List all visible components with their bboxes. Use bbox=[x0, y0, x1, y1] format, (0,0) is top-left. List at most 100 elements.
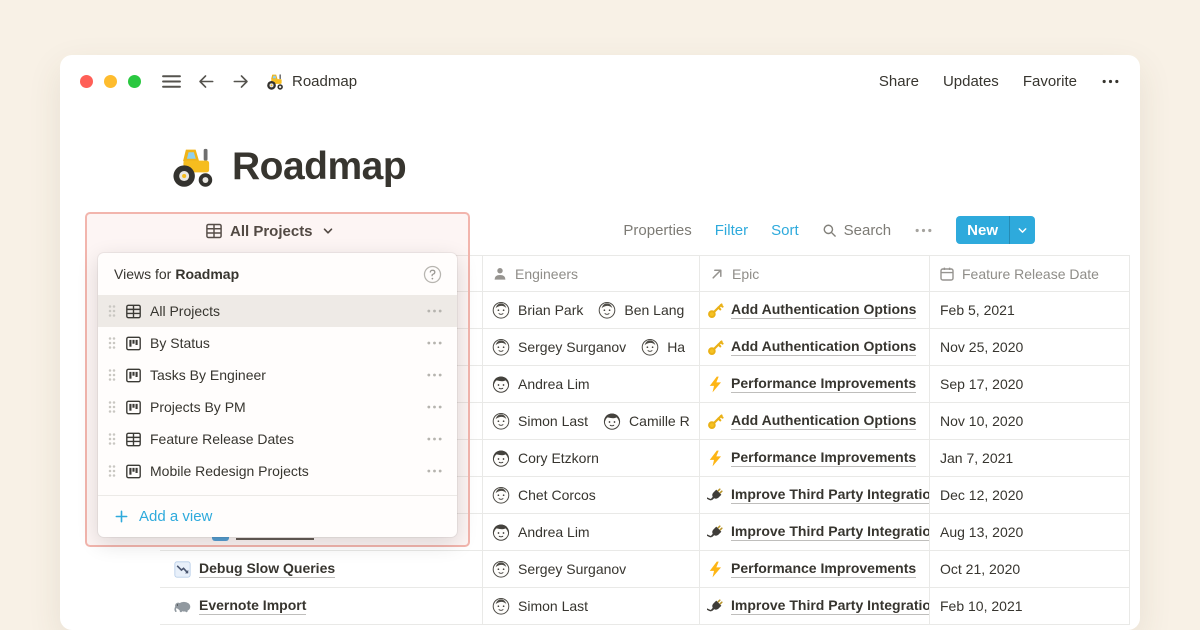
epic-link[interactable]: Performance Improvements bbox=[731, 449, 916, 467]
drag-handle-icon[interactable] bbox=[107, 431, 117, 447]
cell-epic[interactable]: Add Authentication Options bbox=[700, 329, 930, 365]
cell-engineers[interactable]: Simon Last bbox=[483, 588, 700, 624]
view-item-by-status[interactable]: By Status bbox=[98, 327, 457, 359]
drag-handle-icon[interactable] bbox=[107, 335, 117, 351]
cell-engineers[interactable]: Simon Last Camille R bbox=[483, 403, 700, 439]
new-button[interactable]: New bbox=[956, 216, 1009, 244]
tractor-icon[interactable] bbox=[168, 143, 215, 190]
favorite-button[interactable]: Favorite bbox=[1023, 73, 1077, 90]
properties-button[interactable]: Properties bbox=[623, 222, 691, 239]
sidebar-menu-icon[interactable] bbox=[161, 73, 182, 90]
view-item-more-icon[interactable] bbox=[426, 404, 443, 410]
drag-handle-icon[interactable] bbox=[107, 399, 117, 415]
view-item-mobile-redesign-projects[interactable]: Mobile Redesign Projects bbox=[98, 455, 457, 487]
engineer-chip[interactable]: Sergey Surganov bbox=[491, 559, 626, 579]
cell-engineers[interactable]: Brian Park Ben Lang bbox=[483, 292, 700, 328]
cell-epic[interactable]: Performance Improvements bbox=[700, 440, 930, 476]
engineer-chip[interactable]: Andrea Lim bbox=[491, 374, 590, 394]
cell-release-date[interactable]: Jan 7, 2021 bbox=[930, 440, 1130, 476]
cell-engineers[interactable]: Sergey Surganov Ha bbox=[483, 329, 700, 365]
cell-release-date[interactable]: Feb 10, 2021 bbox=[930, 588, 1130, 624]
column-header-epic[interactable]: Epic bbox=[700, 256, 930, 291]
share-button[interactable]: Share bbox=[879, 73, 919, 90]
epic-link[interactable]: Performance Improvements bbox=[731, 375, 916, 393]
cell-epic[interactable]: Add Authentication Options bbox=[700, 292, 930, 328]
cell-epic[interactable]: Performance Improvements bbox=[700, 366, 930, 402]
board-view-icon bbox=[125, 463, 142, 480]
drag-handle-icon[interactable] bbox=[107, 367, 117, 383]
epic-link[interactable]: Add Authentication Options bbox=[731, 301, 916, 319]
cell-release-date[interactable]: Nov 25, 2020 bbox=[930, 329, 1130, 365]
cell-release-date[interactable]: Sep 17, 2020 bbox=[930, 366, 1130, 402]
epic-link[interactable]: Add Authentication Options bbox=[731, 412, 916, 430]
breadcrumb[interactable]: Roadmap bbox=[265, 72, 357, 91]
view-item-projects-by-pm[interactable]: Projects By PM bbox=[98, 391, 457, 423]
close-window-button[interactable] bbox=[80, 75, 93, 88]
add-view-button[interactable]: Add a view bbox=[98, 496, 457, 537]
engineer-chip[interactable]: Simon Last bbox=[491, 596, 588, 616]
drag-handle-icon[interactable] bbox=[107, 463, 117, 479]
help-icon[interactable] bbox=[423, 265, 442, 284]
minimize-window-button[interactable] bbox=[104, 75, 117, 88]
engineer-chip[interactable]: Camille R bbox=[602, 411, 690, 431]
engineer-chip[interactable]: Ben Lang bbox=[597, 300, 684, 320]
more-options-icon[interactable] bbox=[1101, 78, 1120, 85]
sort-button[interactable]: Sort bbox=[771, 222, 799, 239]
back-arrow-icon[interactable] bbox=[197, 72, 216, 91]
engineer-chip[interactable]: Andrea Lim bbox=[491, 522, 590, 542]
view-item-tasks-by-engineer[interactable]: Tasks By Engineer bbox=[98, 359, 457, 391]
cell-release-date[interactable]: Nov 10, 2020 bbox=[930, 403, 1130, 439]
epic-link[interactable]: Improve Third Party Integrations bbox=[731, 523, 930, 541]
key-icon bbox=[707, 339, 724, 356]
view-more-options-icon[interactable] bbox=[914, 227, 933, 234]
epic-link[interactable]: Improve Third Party Integrations bbox=[731, 597, 930, 615]
view-item-all-projects[interactable]: All Projects bbox=[98, 295, 457, 327]
plug-icon bbox=[707, 487, 724, 504]
view-item-feature-release-dates[interactable]: Feature Release Dates bbox=[98, 423, 457, 455]
engineer-chip[interactable]: Brian Park bbox=[491, 300, 583, 320]
cell-engineers[interactable]: Andrea Lim bbox=[483, 514, 700, 550]
drag-handle-icon[interactable] bbox=[107, 303, 117, 319]
cell-epic[interactable]: Performance Improvements bbox=[700, 551, 930, 587]
cell-release-date[interactable]: Dec 12, 2020 bbox=[930, 477, 1130, 513]
cell-engineers[interactable]: Andrea Lim bbox=[483, 366, 700, 402]
engineer-chip[interactable]: Chet Corcos bbox=[491, 485, 596, 505]
filter-button[interactable]: Filter bbox=[715, 222, 748, 239]
column-header-date[interactable]: Feature Release Date bbox=[930, 256, 1130, 291]
new-button-caret[interactable] bbox=[1010, 216, 1035, 244]
cell-engineers[interactable]: Cory Etzkorn bbox=[483, 440, 700, 476]
forward-arrow-icon[interactable] bbox=[231, 72, 250, 91]
cell-epic[interactable]: Add Authentication Options bbox=[700, 403, 930, 439]
column-header-engineers[interactable]: Engineers bbox=[483, 256, 700, 291]
page-link[interactable]: Debug Slow Queries bbox=[199, 560, 335, 578]
view-item-more-icon[interactable] bbox=[426, 468, 443, 474]
view-item-more-icon[interactable] bbox=[426, 308, 443, 314]
cell-engineers[interactable]: Chet Corcos bbox=[483, 477, 700, 513]
engineer-chip[interactable]: Simon Last bbox=[491, 411, 588, 431]
cell-release-date[interactable]: Feb 5, 2021 bbox=[930, 292, 1130, 328]
engineer-chip[interactable]: Sergey Surganov bbox=[491, 337, 626, 357]
engineer-chip[interactable]: Ha bbox=[640, 337, 685, 357]
epic-link[interactable]: Performance Improvements bbox=[731, 560, 916, 578]
engineer-chip[interactable]: Cory Etzkorn bbox=[491, 448, 599, 468]
search-button[interactable]: Search bbox=[822, 222, 892, 239]
page-link[interactable]: Evernote Import bbox=[199, 597, 306, 615]
current-view-tab[interactable]: All Projects bbox=[205, 216, 334, 246]
view-item-more-icon[interactable] bbox=[426, 436, 443, 442]
cell-epic[interactable]: Improve Third Party Integrations bbox=[700, 477, 930, 513]
cell-epic[interactable]: Improve Third Party Integrations bbox=[700, 588, 930, 624]
cell-epic[interactable]: Improve Third Party Integrations bbox=[700, 514, 930, 550]
cell-project[interactable]: Debug Slow Queries bbox=[160, 551, 483, 587]
cell-project[interactable]: Evernote Import bbox=[160, 588, 483, 624]
updates-button[interactable]: Updates bbox=[943, 73, 999, 90]
date-value: Jan 7, 2021 bbox=[940, 450, 1013, 466]
epic-link[interactable]: Add Authentication Options bbox=[731, 338, 916, 356]
epic-link[interactable]: Improve Third Party Integrations bbox=[731, 486, 930, 504]
cell-release-date[interactable]: Oct 21, 2020 bbox=[930, 551, 1130, 587]
view-item-more-icon[interactable] bbox=[426, 372, 443, 378]
cell-release-date[interactable]: Aug 13, 2020 bbox=[930, 514, 1130, 550]
view-item-more-icon[interactable] bbox=[426, 340, 443, 346]
avatar bbox=[491, 596, 511, 616]
cell-engineers[interactable]: Sergey Surganov bbox=[483, 551, 700, 587]
zoom-window-button[interactable] bbox=[128, 75, 141, 88]
